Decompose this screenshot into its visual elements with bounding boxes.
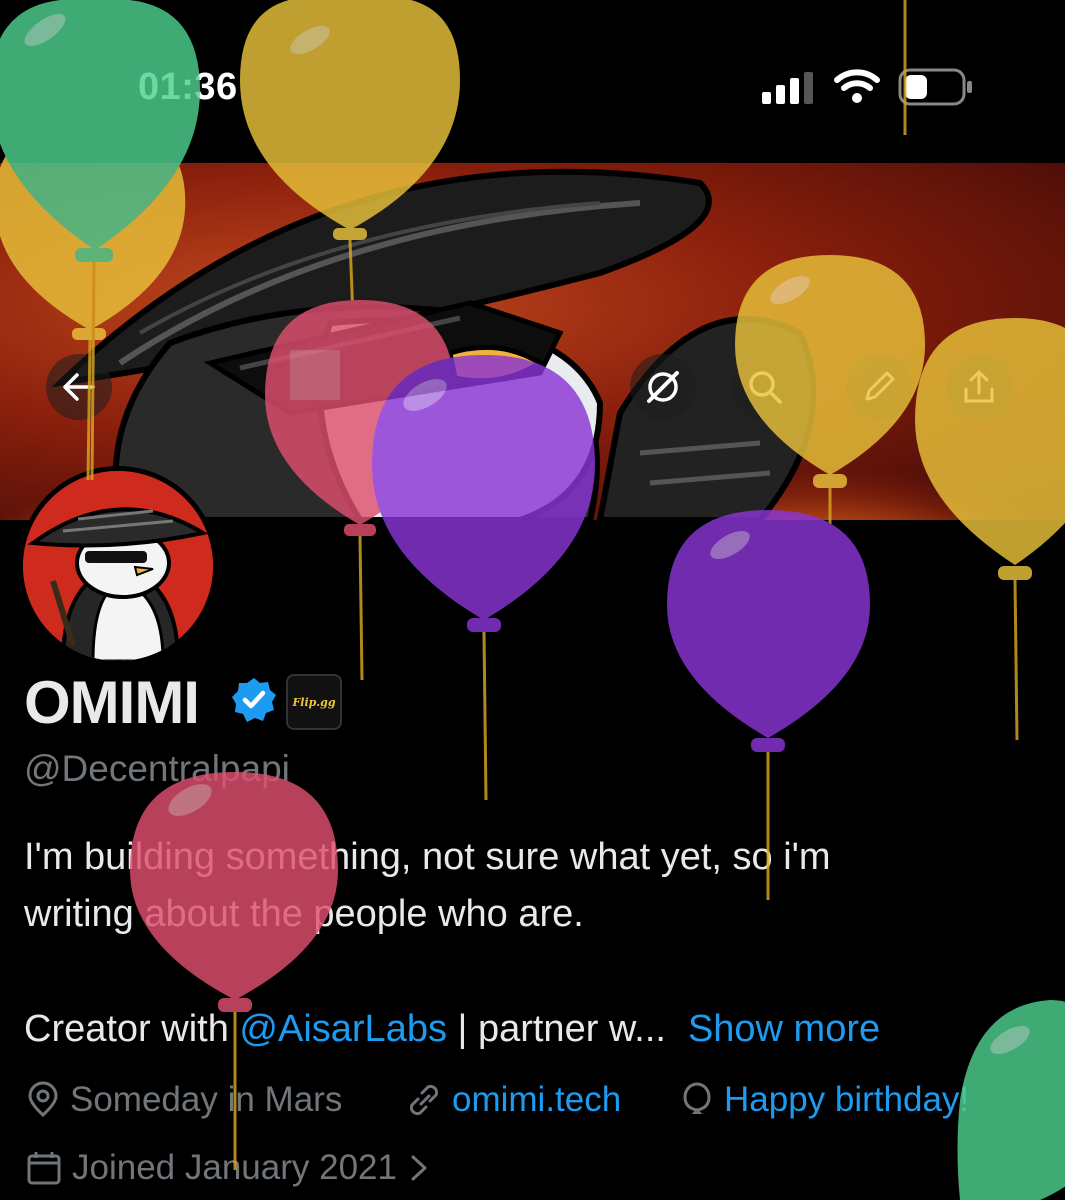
joined-item[interactable]: Joined January 2021: [24, 1148, 439, 1188]
bio-line-3: Creator with @AisarLabs | partner w... Sh…: [24, 1008, 880, 1051]
show-more-link[interactable]: Show more: [688, 1008, 880, 1050]
balloon-icon: [683, 1082, 711, 1114]
grok-icon: [647, 371, 679, 403]
bio-line-1: I'm building something, not sure what ye…: [24, 836, 831, 878]
share-button[interactable]: [946, 354, 1012, 420]
location-text: Someday in Mars: [70, 1080, 343, 1119]
bio-line-2: writing about the people who are.: [24, 893, 584, 935]
bio-text-prefix: Creator with: [24, 1008, 240, 1050]
website-link[interactable]: omimi.tech: [452, 1080, 621, 1120]
link-icon: [409, 1084, 439, 1116]
arrow-left-icon: [63, 373, 95, 401]
search-button[interactable]: [732, 354, 798, 420]
location-pin-icon: [28, 1081, 58, 1118]
back-button[interactable]: [46, 354, 112, 420]
display-name: OMIMI: [24, 669, 200, 736]
calendar-icon: [27, 1152, 61, 1185]
search-icon: [749, 371, 782, 404]
birthday-text[interactable]: Happy birthday!: [724, 1080, 969, 1120]
birthday-item[interactable]: Happy birthday!: [678, 1080, 969, 1120]
affiliate-badge[interactable]: Flip.gg: [286, 674, 342, 730]
verified-badge-icon[interactable]: [230, 676, 278, 724]
mention-link[interactable]: @AisarLabs: [239, 1008, 447, 1050]
battery-icon: [898, 68, 972, 106]
balloon-green-lower-right: [957, 1000, 1065, 1200]
edit-profile-button[interactable]: [846, 354, 912, 420]
avatar[interactable]: [18, 466, 218, 666]
share-icon: [964, 370, 994, 403]
profile-banner[interactable]: [0, 163, 1065, 520]
affiliate-badge-label: Flip.gg: [292, 695, 336, 709]
bio-text-suffix: | partner w...: [446, 1008, 666, 1050]
joined-text: Joined January 2021: [72, 1148, 397, 1187]
chevron-right-icon: [411, 1155, 427, 1181]
cellular-signal-icon: [762, 72, 813, 104]
banner-artwork: [0, 168, 1065, 520]
website-item[interactable]: omimi.tech: [404, 1080, 621, 1120]
avatar-image: [23, 471, 213, 661]
grok-button[interactable]: [630, 354, 696, 420]
pencil-icon: [865, 371, 895, 401]
username-handle: @Decentralpapi: [24, 748, 290, 789]
status-time: 01:36: [138, 66, 238, 108]
location-item: Someday in Mars: [24, 1080, 342, 1120]
wifi-icon: [834, 69, 880, 103]
